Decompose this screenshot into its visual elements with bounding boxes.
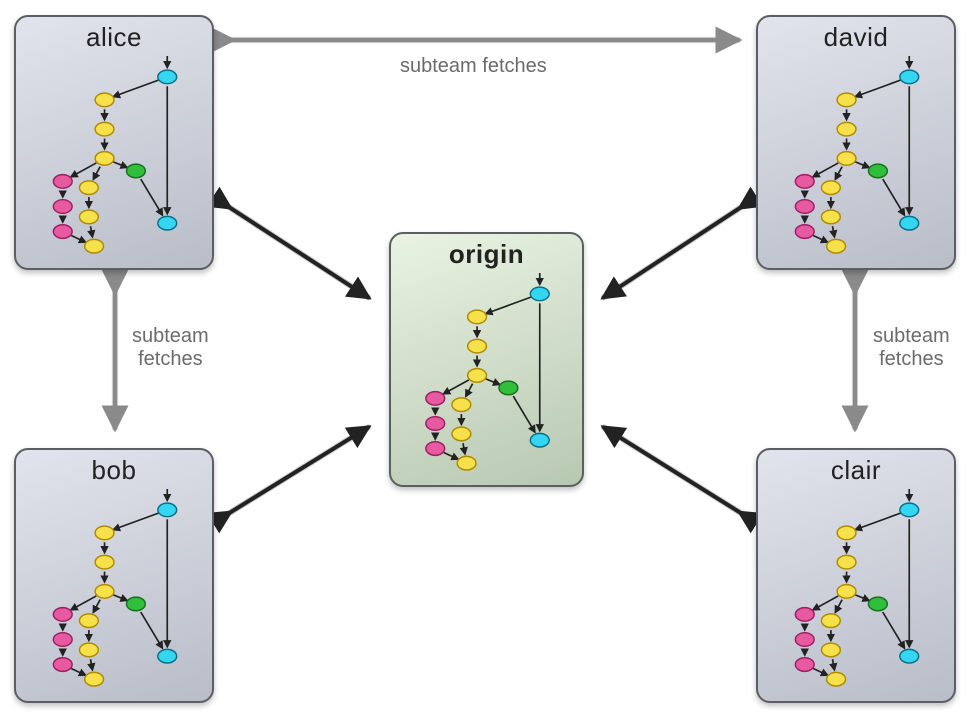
commit-dag	[766, 56, 948, 265]
repo-alice: alice	[14, 15, 214, 270]
commit-node	[821, 210, 840, 224]
commit-node	[53, 199, 72, 213]
commit-node	[900, 216, 919, 230]
commit-node	[426, 441, 445, 455]
commit-node	[95, 584, 114, 598]
diagram-stage: subteam fetches subteam fetches subteam …	[0, 0, 974, 722]
commit-node	[426, 391, 445, 405]
repo-clair: clair	[756, 448, 956, 703]
commit-node	[795, 632, 814, 646]
commit-node	[53, 657, 72, 671]
label-subteam-right: subteam fetches	[873, 325, 950, 371]
commit-node	[795, 174, 814, 188]
commit-node	[530, 287, 549, 301]
commit-node	[95, 93, 114, 107]
commit-node	[795, 657, 814, 671]
commit-node	[837, 584, 856, 598]
commit-node	[85, 239, 104, 253]
commit-node	[53, 607, 72, 621]
commit-node	[95, 526, 114, 540]
commit-dag	[24, 489, 206, 698]
repo-bob: bob	[14, 448, 214, 703]
commit-node	[468, 339, 487, 353]
commit-dag	[766, 489, 948, 698]
commit-node	[795, 607, 814, 621]
commit-node	[53, 632, 72, 646]
commit-node	[795, 224, 814, 238]
commit-node	[821, 180, 840, 194]
commit-node	[499, 381, 518, 395]
commit-node	[795, 199, 814, 213]
commit-node	[126, 164, 145, 178]
label-subteam-left: subteam fetches	[132, 325, 209, 371]
commit-node	[900, 70, 919, 84]
commit-node	[79, 180, 98, 194]
commit-node	[85, 672, 104, 686]
commit-node	[868, 597, 887, 611]
commit-node	[868, 164, 887, 178]
commit-node	[79, 613, 98, 627]
commit-node	[95, 555, 114, 569]
commit-node	[530, 433, 549, 447]
commit-node	[837, 555, 856, 569]
commit-node	[53, 174, 72, 188]
commit-dag	[24, 56, 206, 265]
commit-node	[158, 503, 177, 517]
commit-node	[158, 216, 177, 230]
repo-title: origin	[399, 240, 574, 269]
commit-node	[468, 368, 487, 382]
commit-node	[158, 649, 177, 663]
commit-node	[900, 503, 919, 517]
commit-node	[79, 210, 98, 224]
repo-david: david	[756, 15, 956, 270]
commit-node	[158, 70, 177, 84]
repo-origin: origin	[389, 232, 584, 487]
commit-node	[821, 643, 840, 657]
commit-node	[126, 597, 145, 611]
commit-node	[452, 427, 471, 441]
label-subteam-top: subteam fetches	[400, 55, 547, 78]
commit-node	[468, 310, 487, 324]
commit-node	[452, 397, 471, 411]
repo-title: bob	[24, 456, 204, 485]
commit-node	[837, 526, 856, 540]
commit-node	[457, 456, 476, 470]
repo-title: david	[766, 23, 946, 52]
commit-node	[53, 224, 72, 238]
repo-title: alice	[24, 23, 204, 52]
commit-node	[426, 416, 445, 430]
commit-node	[821, 613, 840, 627]
commit-dag	[399, 273, 576, 482]
commit-node	[837, 122, 856, 136]
commit-node	[827, 239, 846, 253]
commit-node	[837, 93, 856, 107]
commit-node	[900, 649, 919, 663]
commit-node	[837, 151, 856, 165]
repo-title: clair	[766, 456, 946, 485]
commit-node	[827, 672, 846, 686]
commit-node	[95, 122, 114, 136]
commit-node	[95, 151, 114, 165]
commit-node	[79, 643, 98, 657]
